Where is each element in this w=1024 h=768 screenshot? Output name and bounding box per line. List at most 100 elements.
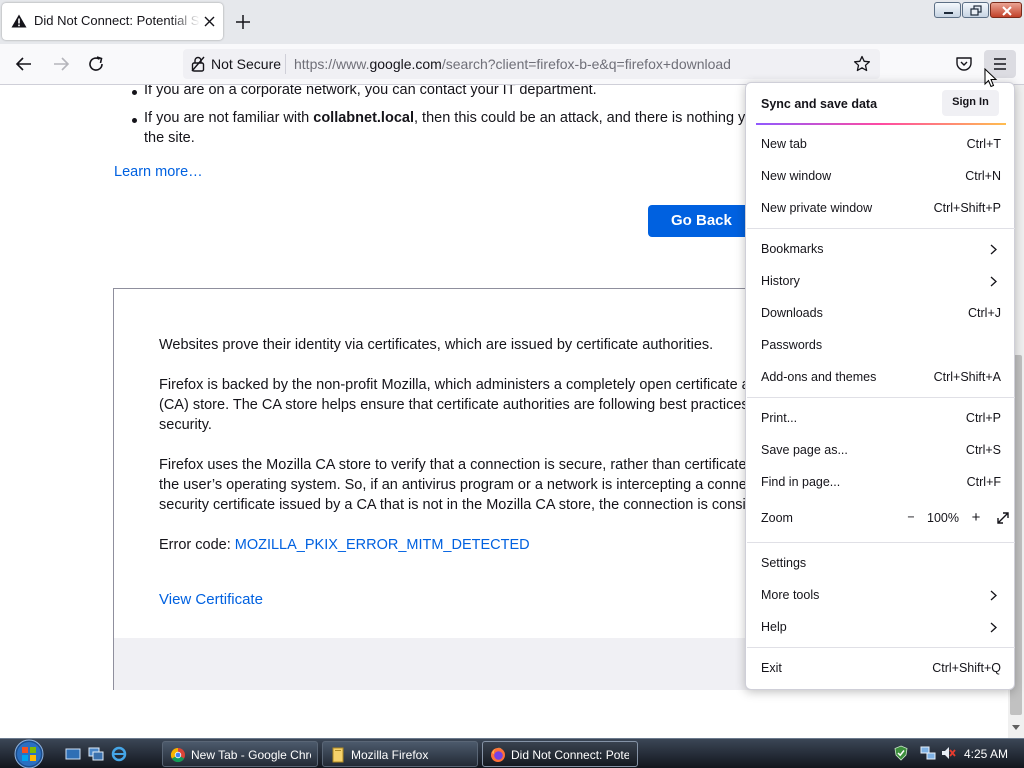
menu-item-new-private-window[interactable]: New private window Ctrl+Shift+P [761,198,1001,218]
url-text[interactable]: https://www.google.com/search?client=fir… [294,56,731,72]
menu-item-help[interactable]: Help [761,617,1001,637]
error-code-link[interactable]: MOZILLA_PKIX_ERROR_MITM_DETECTED [235,537,530,553]
chevron-right-icon [990,276,997,287]
taskbar-task-folder[interactable]: Mozilla Firefox [322,741,478,767]
system-clock[interactable]: 4:25 AM [964,747,1008,761]
menu-item-more-tools[interactable]: More tools [761,585,1001,605]
bullet-text-corporate: If you are on a corporate network, you c… [144,85,597,98]
url-prefix: https://www. [294,56,370,72]
certificate-explanation: Websites prove their identity via certif… [159,337,714,353]
menu-item-settings[interactable]: Settings [761,553,1001,573]
menu-item-exit[interactable]: Exit Ctrl+Shift+Q [761,658,1001,678]
advanced-info-panel: Websites prove their identity via certif… [113,288,834,690]
menu-item-shortcut: Ctrl+N [965,169,1001,183]
url-bar[interactable]: Not Secure https://www.google.com/search… [183,49,880,79]
menu-item-shortcut: Ctrl+Shift+P [933,201,1001,215]
menu-item-label: Zoom [761,511,793,525]
reload-icon[interactable] [86,54,106,74]
task-label: Mozilla Firefox [351,748,429,762]
menu-item-passwords[interactable]: Passwords [761,335,1001,355]
switch-windows-icon[interactable] [88,746,104,762]
forward-icon[interactable] [51,54,71,74]
view-certificate-link[interactable]: View Certificate [159,590,263,610]
window-close-button[interactable] [990,2,1022,18]
bookmark-star-icon[interactable] [853,55,871,73]
window-minimize-button[interactable] [934,2,961,18]
menu-item-label: History [761,274,800,288]
taskbar-task-chrome[interactable]: New Tab - Google Chrome [162,741,318,767]
menu-item-shortcut: Ctrl+F [966,475,1001,489]
close-icon[interactable] [203,15,216,28]
menu-item-label: Downloads [761,306,823,320]
window-restore-button[interactable] [962,2,989,18]
menu-item-new-tab[interactable]: New tab Ctrl+T [761,134,1001,154]
menu-item-downloads[interactable]: Downloads Ctrl+J [761,303,1001,323]
close-window-icon [1002,6,1012,16]
zoom-level-reset[interactable]: 100% [927,511,959,525]
ca-store-text-line: Firefox uses the Mozilla CA store to ver… [159,457,832,473]
menu-item-find-in-page[interactable]: Find in page... Ctrl+F [761,472,1001,492]
menu-item-zoom: Zoom − 100% + [761,508,1009,530]
go-back-button[interactable]: Go Back [648,205,758,237]
url-path: /search?client=firefox-b-e&q=firefox+dow… [441,56,731,72]
scroll-down-arrow-icon[interactable] [1012,725,1020,730]
menu-item-label: Settings [761,556,807,570]
insecure-lock-icon[interactable] [191,56,205,72]
menu-item-label: New private window [761,201,873,215]
folder-icon [332,747,344,763]
menu-item-shortcut: Ctrl+J [968,306,1001,320]
network-icon[interactable] [920,745,936,761]
new-tab-icon[interactable] [233,12,253,32]
menu-item-label: Find in page... [761,475,841,489]
restore-icon [970,5,982,16]
security-shield-icon[interactable] [893,745,909,761]
sync-divider [756,123,1006,125]
tab-active[interactable]: Did Not Connect: Potential Security Issu… [2,3,223,40]
pocket-icon[interactable] [955,55,973,73]
back-icon[interactable] [14,54,34,74]
taskbar-task-firefox[interactable]: Did Not Connect: Potential Security Issu… [482,741,638,767]
sync-title: Sync and save data [761,97,878,111]
ca-store-text-line: the user’s operating system. So, if an a… [159,477,820,493]
fullscreen-icon[interactable] [996,511,1010,525]
advanced-panel-footer [114,638,812,690]
menu-item-print[interactable]: Print... Ctrl+P [761,408,1001,428]
url-separator [285,54,286,74]
start-button-icon[interactable] [10,739,48,768]
error-code-line: Error code: MOZILLA_PKIX_ERROR_MITM_DETE… [159,535,530,555]
mozilla-ca-text-line: security. [159,417,212,433]
menu-item-shortcut: Ctrl+Shift+Q [932,661,1001,675]
menu-item-label: Help [761,620,787,634]
menu-item-label: New tab [761,137,807,151]
menu-item-bookmarks[interactable]: Bookmarks [761,239,1001,259]
menu-item-label: Bookmarks [761,242,824,256]
mozilla-ca-text-line: Firefox is backed by the non-profit Mozi… [159,377,798,393]
menu-item-history[interactable]: History [761,271,1001,291]
navigation-bar: Not Secure https://www.google.com/search… [0,44,1024,85]
menu-item-label: Save page as... [761,443,848,457]
firefox-icon [491,747,505,762]
menu-item-shortcut: Ctrl+Shift+A [933,370,1001,384]
volume-muted-icon[interactable] [940,745,956,761]
show-desktop-icon[interactable] [65,746,81,762]
tab-strip: Did Not Connect: Potential Security Issu… [0,0,1024,44]
menu-item-shortcut: Ctrl+T [966,137,1001,151]
menu-item-label: Add-ons and themes [761,370,877,384]
zoom-out-button[interactable]: − [902,510,920,530]
menu-item-shortcut: Ctrl+P [965,411,1001,425]
security-status-label[interactable]: Not Secure [211,56,281,72]
mozilla-ca-text-line: (CA) store. The CA store helps ensure th… [159,397,802,413]
menu-item-new-window[interactable]: New window Ctrl+N [761,166,1001,186]
internet-explorer-icon[interactable] [111,746,127,762]
menu-item-save-page[interactable]: Save page as... Ctrl+S [761,440,1001,460]
menu-item-addons[interactable]: Add-ons and themes Ctrl+Shift+A [761,367,1001,387]
bullet-text-prefix: If you are not familiar with [144,110,314,126]
bullet-text-attack-line2: the site. [144,130,195,146]
chrome-icon [170,747,185,763]
learn-more-link[interactable]: Learn more… [114,164,203,180]
sign-in-button[interactable]: Sign In [942,90,999,116]
warning-icon [11,14,27,28]
tab-title: Did Not Connect: Potential Security Issu… [34,13,200,28]
zoom-in-button[interactable]: + [967,509,985,526]
error-code-label: Error code: [159,537,235,553]
